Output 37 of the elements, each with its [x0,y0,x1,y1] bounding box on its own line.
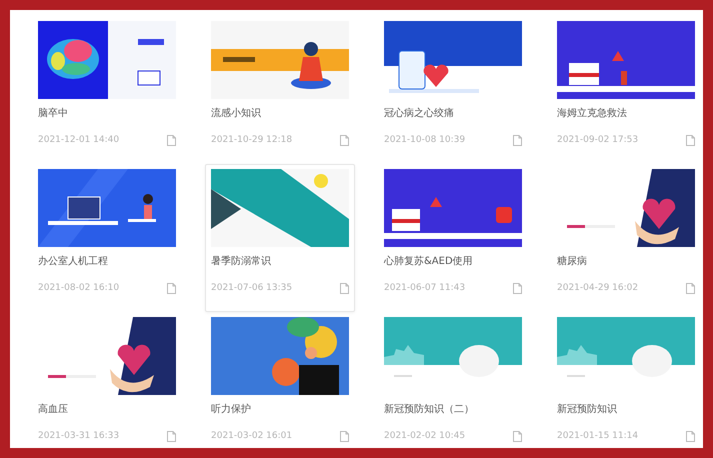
course-date: 2021-09-02 17:53 [557,134,638,147]
document-icon[interactable] [686,283,695,294]
document-icon[interactable] [513,135,522,146]
document-icon[interactable] [167,283,176,294]
course-date: 2021-04-29 16:02 [557,282,638,295]
document-icon[interactable] [167,135,176,146]
course-date: 2021-01-15 11:14 [557,430,638,443]
course-title[interactable]: 新冠预防知识（二） [384,403,522,417]
document-icon[interactable] [686,431,695,442]
course-title[interactable]: 高血压 [38,403,176,417]
course-title[interactable]: 心肺复苏&AED使用 [384,255,522,269]
course-date: 2021-06-07 11:43 [384,282,466,295]
course-date: 2021-02-02 10:45 [384,430,466,443]
course-title[interactable]: 冠心病之心绞痛 [384,107,522,121]
course-title[interactable]: 流感小知识 [211,107,349,121]
document-icon[interactable] [513,283,522,294]
document-icon[interactable] [340,431,349,442]
course-title[interactable]: 脑卒中 [38,107,176,121]
document-icon[interactable] [340,135,349,146]
course-title[interactable]: 新冠预防知识 [557,403,695,417]
course-title[interactable]: 糖尿病 [557,255,695,269]
course-date: 2021-07-06 13:35 [211,282,292,295]
course-card[interactable]: 暑季防溺常识 2021-07-06 13:35 [205,164,355,312]
course-date: 2021-03-31 16:33 [38,430,120,443]
course-title[interactable]: 办公室人机工程 [38,255,176,269]
document-icon[interactable] [167,431,176,442]
course-date: 2021-08-02 16:10 [38,282,120,295]
document-icon[interactable] [513,431,522,442]
document-icon[interactable] [686,135,695,146]
course-date: 2021-03-02 16:01 [211,430,292,443]
document-icon[interactable] [340,283,349,294]
course-title[interactable]: 听力保护 [211,403,349,417]
course-date: 2021-12-01 14:40 [38,134,120,147]
course-date: 2021-10-29 12:18 [211,134,292,147]
course-date: 2021-10-08 10:39 [384,134,466,147]
course-title[interactable]: 暑季防溺常识 [211,255,349,269]
course-title[interactable]: 海姆立克急救法 [557,107,695,121]
